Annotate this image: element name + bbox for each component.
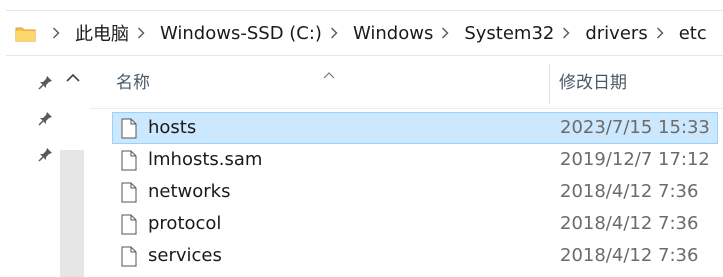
chevron-right-icon[interactable] [562, 27, 570, 39]
file-row[interactable]: networks 2018/4/12 7:36 [112, 176, 718, 208]
chevron-right-icon[interactable] [656, 27, 664, 39]
file-name: lmhosts.sam [148, 149, 263, 170]
file-icon [121, 214, 137, 235]
chevron-right-icon[interactable] [137, 27, 145, 39]
file-row[interactable]: protocol 2018/4/12 7:36 [112, 208, 718, 240]
file-name: hosts [148, 117, 197, 138]
file-icon [121, 182, 137, 203]
file-name: services [148, 245, 222, 266]
file-icon [121, 246, 137, 267]
chevron-right-icon[interactable] [52, 27, 60, 39]
file-list: hosts 2023/7/15 15:33 lmhosts.sam 2019/1… [112, 112, 723, 272]
address-bar[interactable]: 此电脑 Windows-SSD (C:) Windows System32 dr… [0, 0, 723, 64]
breadcrumb-this-pc[interactable]: 此电脑 [75, 20, 129, 46]
file-date-modified: 2019/12/7 17:12 [560, 149, 710, 170]
breadcrumb-drivers[interactable]: drivers [585, 23, 647, 44]
address-bar-breadcrumb[interactable]: 此电脑 Windows-SSD (C:) Windows System32 dr… [6, 10, 723, 56]
column-name[interactable]: 名称 [116, 64, 150, 102]
chevron-right-icon[interactable] [330, 27, 338, 39]
file-row[interactable]: services 2018/4/12 7:36 [112, 240, 718, 272]
breadcrumb-etc[interactable]: etc [679, 23, 707, 44]
breadcrumb-system32[interactable]: System32 [464, 23, 554, 44]
scrollbar-track[interactable] [60, 150, 84, 277]
file-date-modified: 2018/4/12 7:36 [560, 181, 699, 202]
breadcrumb-windows[interactable]: Windows [353, 23, 433, 44]
pin-icon[interactable] [38, 146, 54, 162]
sort-ascending-icon [323, 64, 335, 79]
file-date-modified: 2018/4/12 7:36 [560, 245, 699, 266]
pin-icon[interactable] [38, 74, 54, 90]
navigation-pane [0, 64, 90, 277]
file-date-modified: 2018/4/12 7:36 [560, 213, 699, 234]
folder-icon [15, 25, 37, 43]
column-date-modified[interactable]: 修改日期 [559, 64, 627, 102]
file-name: networks [148, 181, 231, 202]
file-icon [121, 150, 137, 171]
breadcrumb-drive-c[interactable]: Windows-SSD (C:) [160, 23, 322, 44]
column-header: 名称 修改日期 [90, 64, 723, 109]
file-row[interactable]: lmhosts.sam 2019/12/7 17:12 [112, 144, 718, 176]
file-icon [121, 118, 137, 139]
file-row[interactable]: hosts 2023/7/15 15:33 [112, 112, 718, 144]
chevron-up-icon[interactable] [64, 70, 82, 84]
chevron-right-icon[interactable] [441, 27, 449, 39]
file-name: protocol [148, 213, 222, 234]
column-divider[interactable] [549, 64, 550, 104]
pin-icon[interactable] [38, 110, 54, 126]
file-date-modified: 2023/7/15 15:33 [560, 117, 710, 138]
breadcrumb: 此电脑 Windows-SSD (C:) Windows System32 dr… [44, 11, 707, 55]
